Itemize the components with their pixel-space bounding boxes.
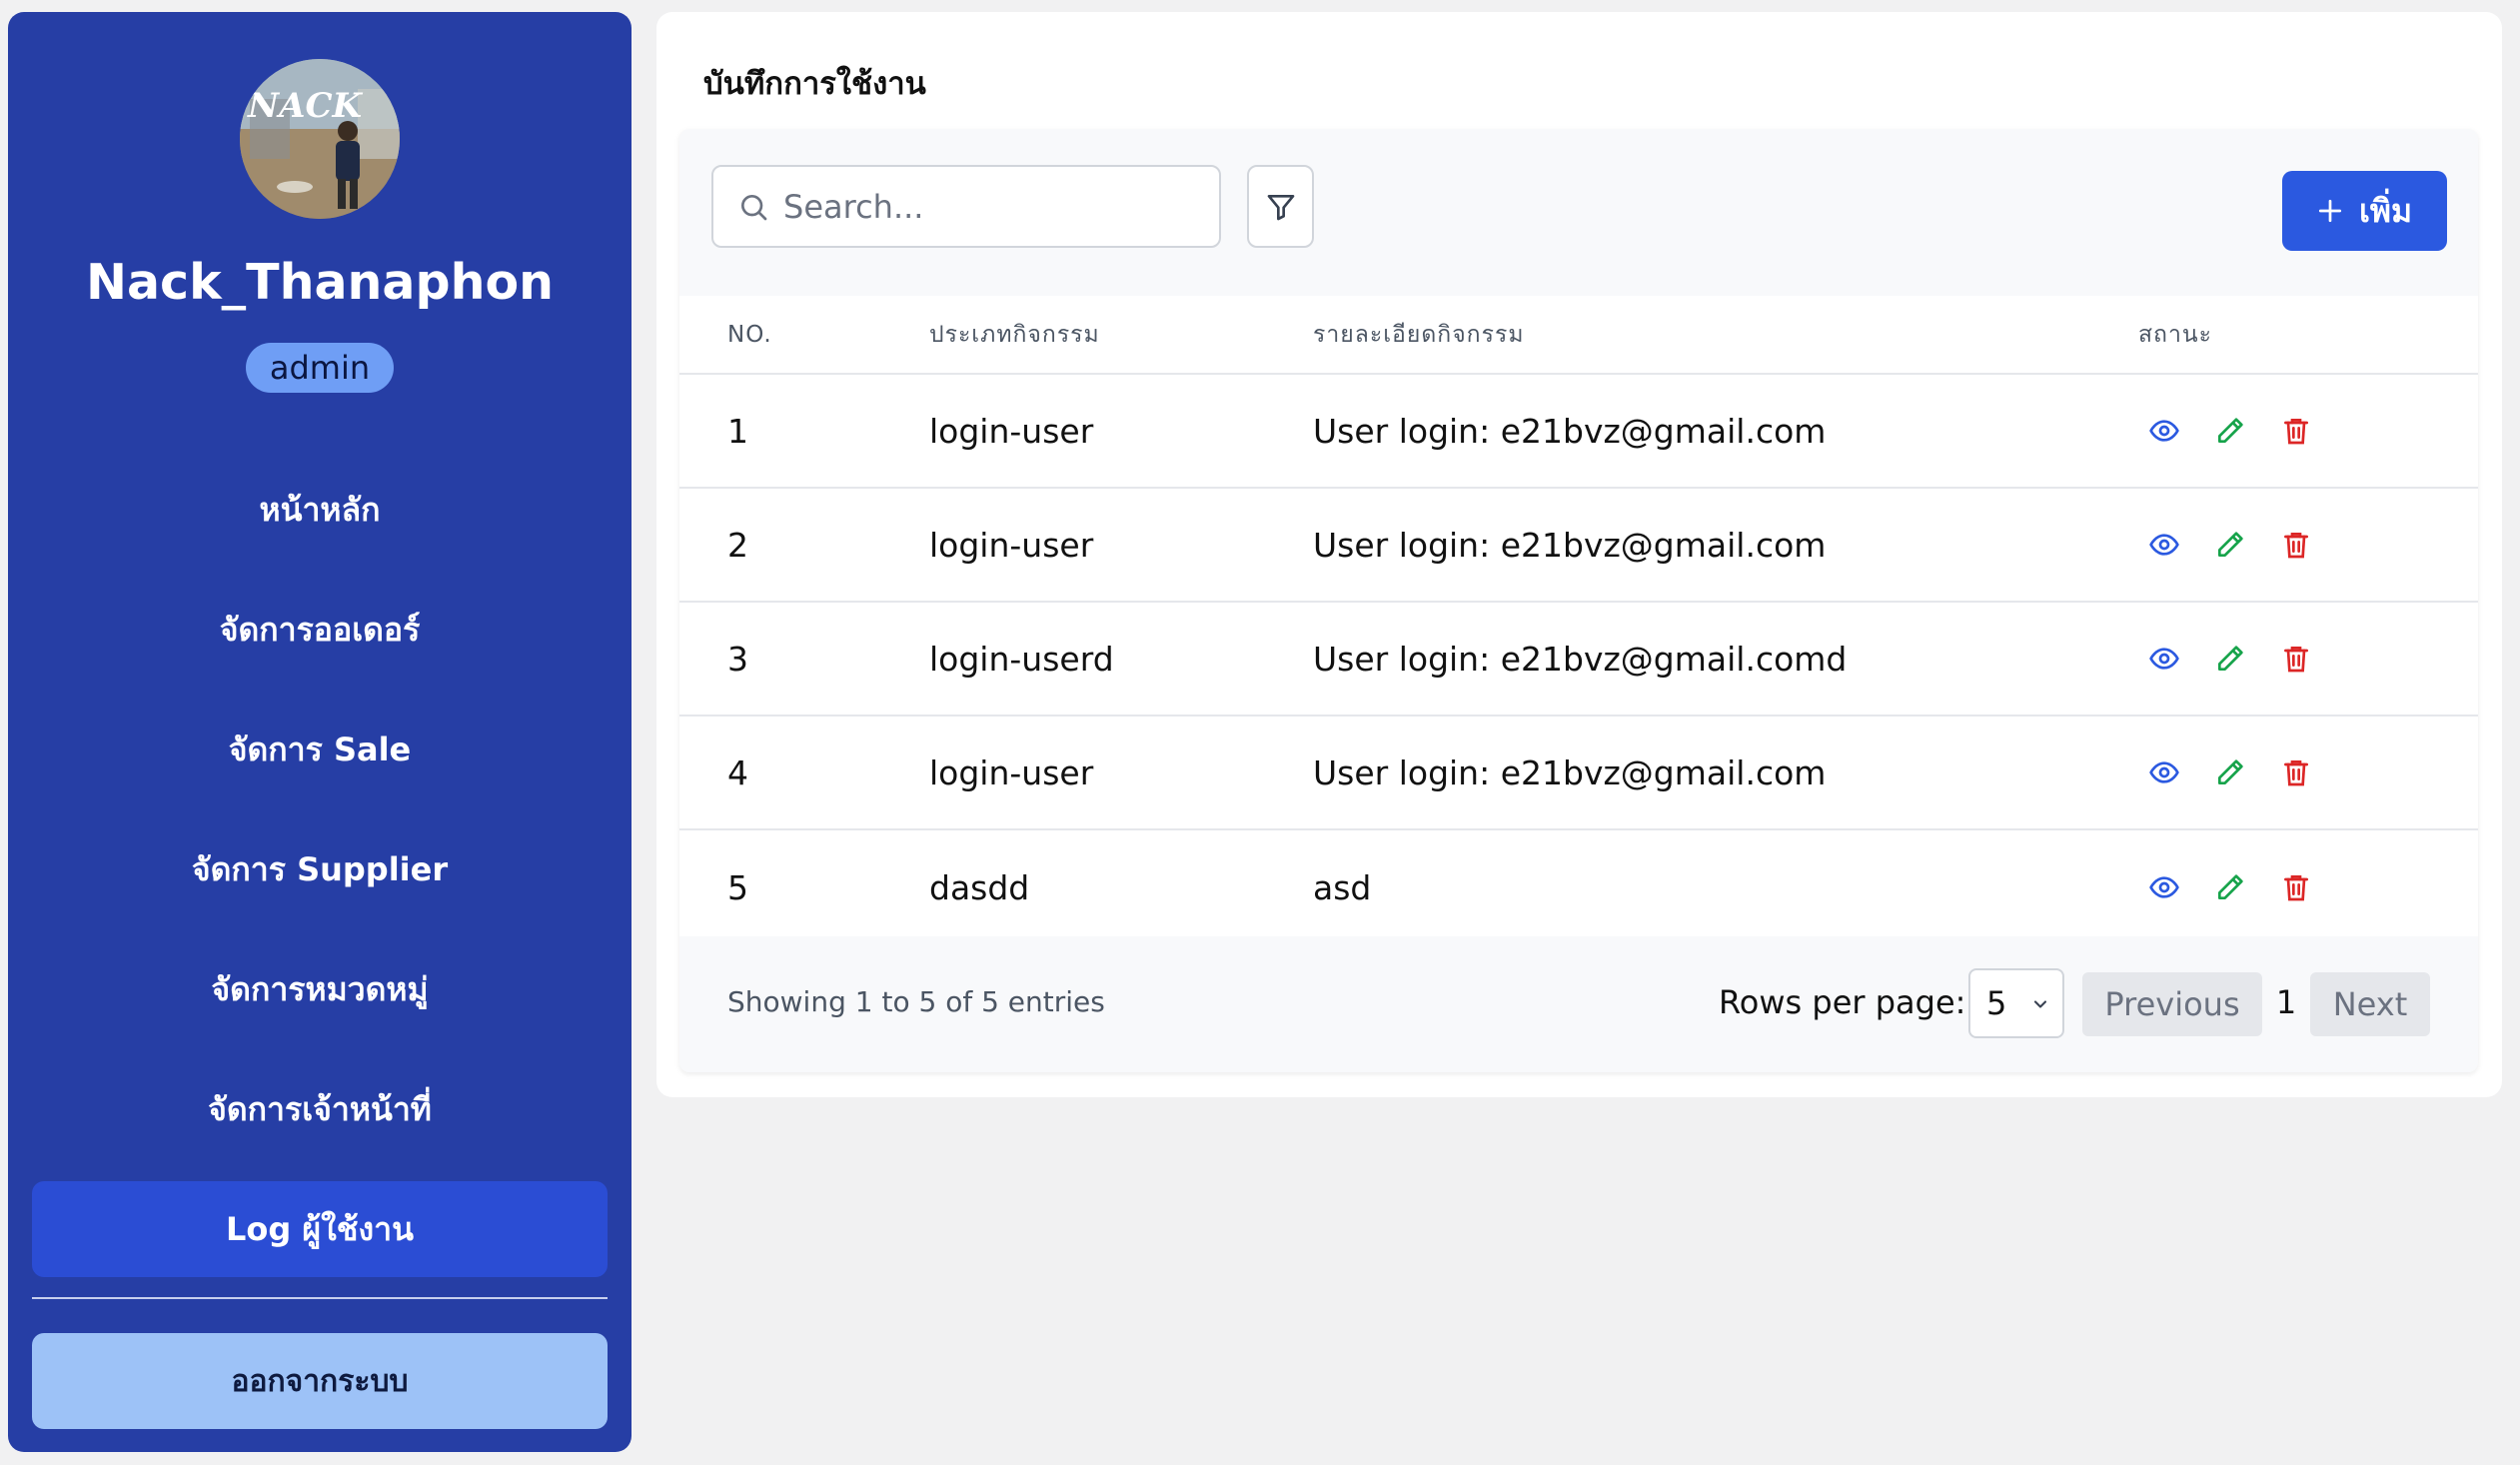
table-header: NO. ประเภทกิจกรรม รายละเอียดกิจกรรม สถาน…	[679, 296, 2478, 375]
search-icon	[741, 194, 767, 220]
header-no: NO.	[727, 321, 772, 348]
eye-icon[interactable]	[2148, 756, 2180, 788]
avatar[interactable]: NACK	[240, 59, 400, 219]
row-detail: User login: e21bvz@gmail.com	[1313, 411, 1827, 451]
row-detail: User login: e21bvz@gmail.com	[1313, 525, 1827, 565]
table-row: 5 dasdd asd	[679, 830, 2478, 944]
sidebar-item-orders[interactable]: จัดการออเดอร์	[32, 582, 608, 678]
table-footer: Showing 1 to 5 of 5 entries Rows per pag…	[679, 936, 2478, 1072]
header-status: สถานะ	[2138, 321, 2212, 348]
search-box[interactable]	[711, 165, 1221, 248]
sidebar-item-label: หน้าหลัก	[259, 490, 381, 529]
row-no: 2	[727, 525, 748, 565]
rows-per-page-select[interactable]: 5	[1968, 968, 2064, 1038]
sidebar-item-label: จัดการ Supplier	[191, 849, 449, 888]
log-table: NO. ประเภทกิจกรรม รายละเอียดกิจกรรม สถาน…	[679, 296, 2478, 944]
row-detail: asd	[1313, 867, 1372, 907]
sidebar-item-sale[interactable]: จัดการ Sale	[32, 702, 608, 797]
pencil-icon[interactable]	[2214, 871, 2246, 903]
sidebar-item-label: จัดการหมวดหมู่	[211, 969, 429, 1008]
filter-icon	[1267, 194, 1294, 220]
previous-button[interactable]: Previous	[2082, 972, 2262, 1036]
sidebar-item-label: จัดการเจ้าหน้าที่	[208, 1089, 432, 1128]
table-row: 3 login-userd User login: e21bvz@gmail.c…	[679, 603, 2478, 717]
main-card: บันทึกการใช้งาน เพิ่ม NO. ประเภทกิจกรรม …	[656, 12, 2502, 1097]
chevron-down-icon	[2033, 1000, 2047, 1008]
add-button[interactable]: เพิ่ม	[2282, 171, 2447, 251]
trash-icon[interactable]	[2280, 756, 2312, 788]
row-no: 4	[727, 752, 748, 792]
sidebar-item-home[interactable]: หน้าหลัก	[32, 462, 608, 558]
page-title: บันทึกการใช้งาน	[703, 66, 926, 102]
row-type: login-user	[929, 752, 1094, 792]
trash-icon[interactable]	[2280, 529, 2312, 561]
sidebar-item-supplier[interactable]: จัดการ Supplier	[32, 821, 608, 917]
pencil-icon[interactable]	[2214, 756, 2246, 788]
sidebar-item-staff[interactable]: จัดการเจ้าหน้าที่	[32, 1061, 608, 1157]
next-button[interactable]: Next	[2310, 972, 2430, 1036]
table-row: 2 login-user User login: e21bvz@gmail.co…	[679, 489, 2478, 603]
logout-button[interactable]: ออกจากระบบ	[32, 1333, 608, 1429]
current-page-number[interactable]: 1	[2274, 980, 2298, 1024]
sidebar-item-categories[interactable]: จัดการหมวดหมู่	[32, 941, 608, 1037]
trash-icon[interactable]	[2280, 415, 2312, 447]
row-type: login-user	[929, 525, 1094, 565]
plus-icon	[2318, 199, 2342, 223]
rows-per-page-label: Rows per page:	[1719, 983, 1966, 1021]
sidebar-item-label: จัดการออเดอร์	[219, 610, 421, 649]
row-actions	[2148, 756, 2312, 788]
rows-per-page-value: 5	[1986, 984, 2007, 1022]
pencil-icon[interactable]	[2214, 529, 2246, 561]
row-detail: User login: e21bvz@gmail.com	[1313, 752, 1827, 792]
search-input[interactable]	[783, 176, 1203, 237]
filter-button[interactable]	[1247, 165, 1314, 248]
eye-icon[interactable]	[2148, 643, 2180, 675]
trash-icon[interactable]	[2280, 643, 2312, 675]
header-activity-detail: รายละเอียดกิจกรรม	[1313, 321, 1525, 348]
row-actions	[2148, 643, 2312, 675]
table-row: 1 login-user User login: e21bvz@gmail.co…	[679, 375, 2478, 489]
entries-count: Showing 1 to 5 of 5 entries	[727, 985, 1105, 1018]
sidebar-item-label: จัดการ Sale	[228, 730, 412, 768]
pencil-icon[interactable]	[2214, 415, 2246, 447]
log-panel: เพิ่ม NO. ประเภทกิจกรรม รายละเอียดกิจกรร…	[679, 129, 2478, 1072]
add-button-label: เพิ่ม	[2358, 191, 2413, 230]
row-type: dasdd	[929, 867, 1030, 907]
eye-icon[interactable]	[2148, 529, 2180, 561]
sidebar-divider	[32, 1297, 608, 1299]
sidebar-item-user-log[interactable]: Log ผู้ใช้งาน	[32, 1181, 608, 1277]
row-no: 1	[727, 411, 748, 451]
row-detail: User login: e21bvz@gmail.comd	[1313, 639, 1848, 679]
row-type: login-user	[929, 411, 1094, 451]
row-type: login-userd	[929, 639, 1114, 679]
table-row: 4 login-user User login: e21bvz@gmail.co…	[679, 717, 2478, 830]
username: Nack_Thanaphon	[85, 254, 555, 311]
eye-icon[interactable]	[2148, 871, 2180, 903]
role-badge: admin	[246, 343, 394, 393]
sidebar: NACK Nack_Thanaphon admin หน้าหลัก จัดกา…	[8, 12, 631, 1452]
row-actions	[2148, 529, 2312, 561]
pencil-icon[interactable]	[2214, 643, 2246, 675]
sidebar-item-label: Log ผู้ใช้งาน	[226, 1209, 414, 1248]
row-actions	[2148, 415, 2312, 447]
header-activity-type: ประเภทกิจกรรม	[929, 321, 1100, 348]
svg-text:NACK: NACK	[247, 86, 364, 126]
trash-icon[interactable]	[2280, 871, 2312, 903]
row-no: 5	[727, 867, 748, 907]
eye-icon[interactable]	[2148, 415, 2180, 447]
row-no: 3	[727, 639, 748, 679]
row-actions	[2148, 871, 2312, 903]
